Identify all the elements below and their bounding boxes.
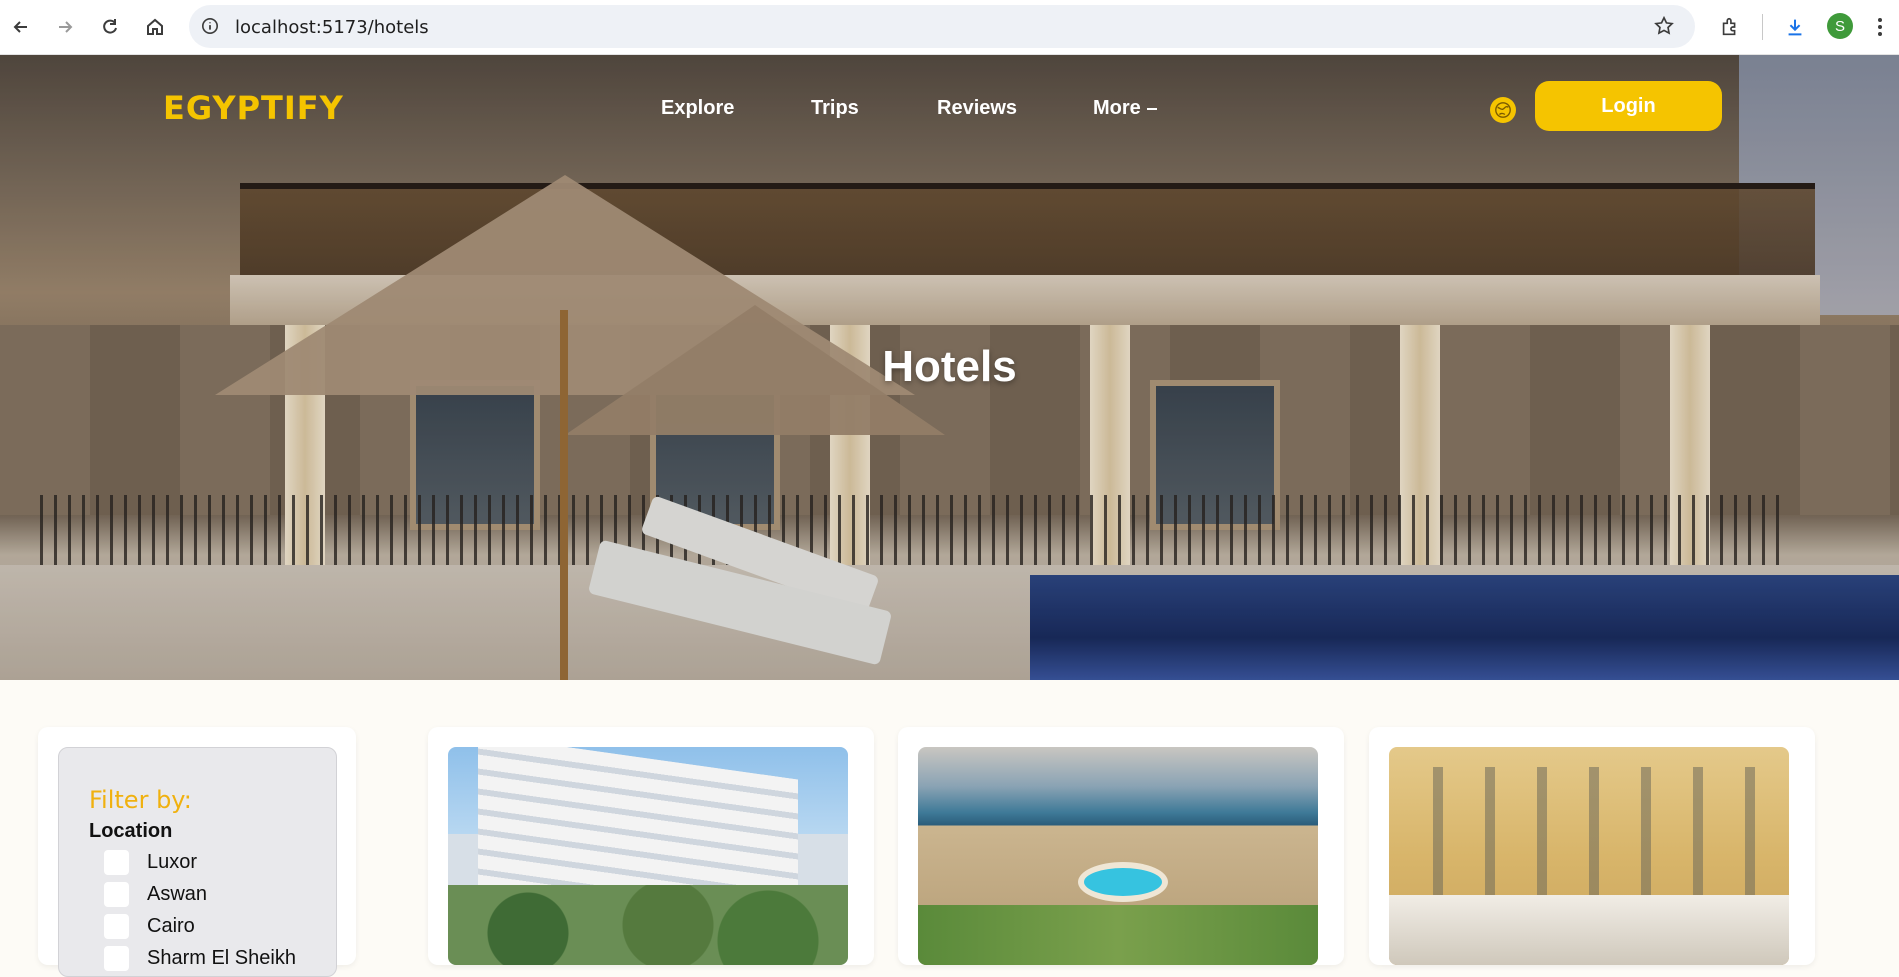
checkbox[interactable] — [104, 882, 129, 907]
toolbar-divider — [1762, 14, 1763, 40]
hotel-image[interactable] — [448, 747, 848, 965]
checkbox[interactable] — [104, 914, 129, 939]
hotel-image[interactable] — [1389, 747, 1789, 965]
download-icon[interactable] — [1781, 13, 1809, 41]
nav-explore[interactable]: Explore — [661, 97, 734, 120]
forward-icon[interactable] — [50, 12, 80, 42]
bookmark-star-icon[interactable] — [1653, 15, 1677, 39]
site-logo[interactable]: EGYPTIFY — [163, 89, 344, 127]
back-icon[interactable] — [6, 12, 36, 42]
reload-icon[interactable] — [95, 12, 125, 42]
hotel-image[interactable] — [918, 747, 1318, 965]
hotel-card[interactable] — [1369, 727, 1815, 965]
menu-icon[interactable] — [1866, 13, 1894, 41]
filter-option-aswan[interactable]: Aswan — [104, 882, 207, 907]
filter-panel: Filter by: Location Luxor Aswan Cairo Sh… — [38, 727, 356, 977]
checkbox[interactable] — [104, 946, 129, 971]
extensions-icon[interactable] — [1716, 13, 1744, 41]
checkbox[interactable] — [104, 850, 129, 875]
filter-option-sharm[interactable]: Sharm El Sheikh — [104, 946, 296, 971]
home-icon[interactable] — [140, 12, 170, 42]
nav-reviews[interactable]: Reviews — [937, 97, 1017, 120]
hotel-card[interactable] — [428, 727, 874, 965]
hotel-card[interactable] — [898, 727, 1344, 965]
chevron-down-icon — [1146, 107, 1157, 110]
filter-option-label: Cairo — [147, 915, 195, 937]
profile-avatar[interactable]: S — [1827, 13, 1853, 39]
url-text: localhost:5173/hotels — [235, 17, 429, 38]
browser-toolbar: localhost:5173/hotels S — [0, 0, 1899, 55]
page-title: Hotels — [882, 342, 1017, 391]
globe-icon[interactable] — [1490, 97, 1516, 123]
filter-option-label: Luxor — [147, 851, 198, 873]
nav-more-label: More — [1093, 97, 1141, 119]
site-info-icon[interactable] — [199, 15, 221, 37]
login-button[interactable]: Login — [1535, 81, 1722, 131]
filter-option-label: Aswan — [147, 883, 208, 905]
address-bar[interactable]: localhost:5173/hotels — [189, 5, 1695, 48]
nav-trips[interactable]: Trips — [811, 97, 859, 120]
filter-option-cairo[interactable]: Cairo — [104, 914, 195, 939]
filter-box: Filter by: Location Luxor Aswan Cairo Sh… — [58, 747, 337, 977]
filter-option-label: Sharm El Sheikh — [147, 947, 296, 969]
hero-banner: EGYPTIFY Explore Trips Reviews More Logi… — [0, 55, 1899, 680]
filter-group-location: Location — [89, 820, 173, 842]
filter-option-luxor[interactable]: Luxor — [104, 850, 197, 875]
filter-title: Filter by: — [89, 786, 192, 814]
nav-more[interactable]: More — [1093, 97, 1157, 120]
